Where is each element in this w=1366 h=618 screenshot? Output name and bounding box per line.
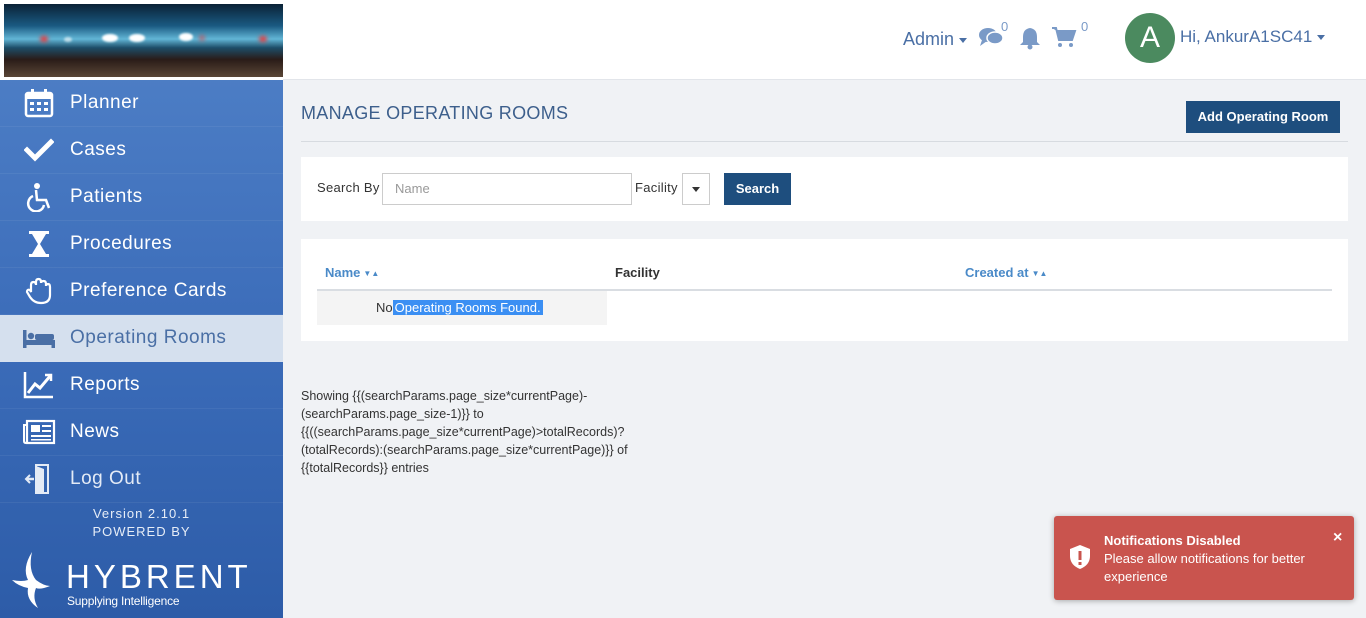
newspaper-icon bbox=[22, 417, 56, 447]
page-title: MANAGE OPERATING ROOMS bbox=[301, 103, 569, 123]
column-header-name[interactable]: Name ▼▲ bbox=[325, 265, 379, 280]
name-search-input[interactable]: Name bbox=[382, 173, 632, 205]
line-chart-icon bbox=[22, 370, 56, 400]
toast-message: Please allow notifications for better ex… bbox=[1104, 551, 1305, 584]
column-header-facility: Facility bbox=[615, 265, 660, 280]
sidebar-item-procedures[interactable]: Procedures bbox=[0, 221, 283, 268]
glove-icon bbox=[22, 276, 56, 306]
pagination-info: Showing {{(searchParams.page_size*curren… bbox=[301, 389, 628, 475]
admin-dropdown[interactable]: Admin bbox=[903, 29, 968, 50]
chevron-down-icon bbox=[692, 187, 700, 192]
sidebar-item-label: Procedures bbox=[70, 233, 173, 254]
divider bbox=[301, 141, 1348, 142]
sidebar-item-label: Preference Cards bbox=[70, 280, 227, 301]
user-greeting: Hi, AnkurA1SC41 bbox=[1180, 27, 1313, 46]
sidebar-item-news[interactable]: News bbox=[0, 409, 283, 456]
empty-table-message: No Operating Rooms Found. bbox=[317, 291, 607, 325]
user-dropdown[interactable]: Hi, AnkurA1SC41 bbox=[1180, 27, 1326, 47]
top-header: Admin 0 0 A Hi, AnkurA1SC41 bbox=[283, 0, 1366, 80]
bird-logo-icon bbox=[12, 552, 50, 608]
sidebar: Planner Cases Patients Procedures Prefer… bbox=[0, 0, 283, 618]
version-text: Version 2.10.1 bbox=[92, 506, 191, 521]
facility-select[interactable] bbox=[682, 173, 710, 205]
operating-rooms-table: Name ▼▲ Facility Created at ▼▲ No Operating… bbox=[301, 239, 1348, 341]
selected-text: Operating Rooms Found. bbox=[392, 300, 543, 315]
sidebar-item-label: Patients bbox=[70, 186, 143, 207]
sidebar-item-reports[interactable]: Reports bbox=[0, 362, 283, 409]
search-panel: Search By Name Facility Search bbox=[301, 157, 1348, 221]
close-icon[interactable]: × bbox=[1333, 529, 1342, 547]
sidebar-item-preference-cards[interactable]: Preference Cards bbox=[0, 268, 283, 315]
sidebar-item-planner[interactable]: Planner bbox=[0, 80, 283, 127]
banner-image bbox=[4, 4, 283, 77]
admin-label: Admin bbox=[903, 29, 955, 49]
sidebar-item-patients[interactable]: Patients bbox=[0, 174, 283, 221]
search-by-label: Search By bbox=[317, 180, 380, 195]
facility-label: Facility bbox=[635, 180, 678, 195]
sort-icon[interactable]: ▼▲ bbox=[1032, 269, 1048, 278]
add-operating-room-button[interactable]: Add Operating Room bbox=[1186, 101, 1340, 133]
cart-icon[interactable] bbox=[1051, 26, 1077, 53]
sidebar-item-operating-rooms[interactable]: Operating Rooms bbox=[0, 315, 283, 362]
column-header-created-at[interactable]: Created at ▼▲ bbox=[965, 265, 1047, 280]
sidebar-item-cases[interactable]: Cases bbox=[0, 127, 283, 174]
search-button[interactable]: Search bbox=[724, 173, 791, 205]
brand-name: HYBRENT bbox=[66, 558, 252, 595]
sidebar-nav: Planner Cases Patients Procedures Prefer… bbox=[0, 80, 283, 503]
cart-badge: 0 bbox=[1081, 19, 1089, 34]
sort-icon[interactable]: ▼▲ bbox=[363, 269, 379, 278]
calendar-icon bbox=[22, 88, 56, 118]
sidebar-item-label: Log Out bbox=[70, 468, 142, 489]
door-exit-icon bbox=[22, 464, 56, 494]
check-icon bbox=[22, 135, 56, 165]
sidebar-item-logout[interactable]: Log Out bbox=[0, 456, 283, 503]
messages-badge: 0 bbox=[1001, 19, 1009, 34]
bell-icon[interactable] bbox=[1019, 26, 1041, 55]
brand-logo: HYBRENT Supplying Intelligence bbox=[10, 550, 270, 610]
bed-icon bbox=[22, 323, 56, 353]
version-info: Version 2.10.1 POWERED BY bbox=[0, 505, 283, 541]
sidebar-item-label: Cases bbox=[70, 139, 127, 160]
powered-by-text: POWERED BY bbox=[92, 524, 191, 539]
toast-title: Notifications Disabled bbox=[1104, 533, 1241, 548]
brand-tagline: Supplying Intelligence bbox=[67, 594, 180, 608]
chevron-down-icon bbox=[1317, 35, 1326, 41]
hourglass-icon bbox=[22, 229, 56, 259]
avatar[interactable]: A bbox=[1125, 13, 1175, 63]
sidebar-item-label: News bbox=[70, 421, 120, 442]
sidebar-item-label: Planner bbox=[70, 92, 139, 113]
notification-toast[interactable]: Notifications Disabled Please allow noti… bbox=[1054, 516, 1354, 600]
sidebar-item-label: Operating Rooms bbox=[70, 327, 227, 348]
chevron-down-icon bbox=[959, 37, 968, 43]
shield-alert-icon bbox=[1069, 544, 1091, 575]
sidebar-item-label: Reports bbox=[70, 374, 141, 395]
wheelchair-icon bbox=[22, 182, 56, 212]
